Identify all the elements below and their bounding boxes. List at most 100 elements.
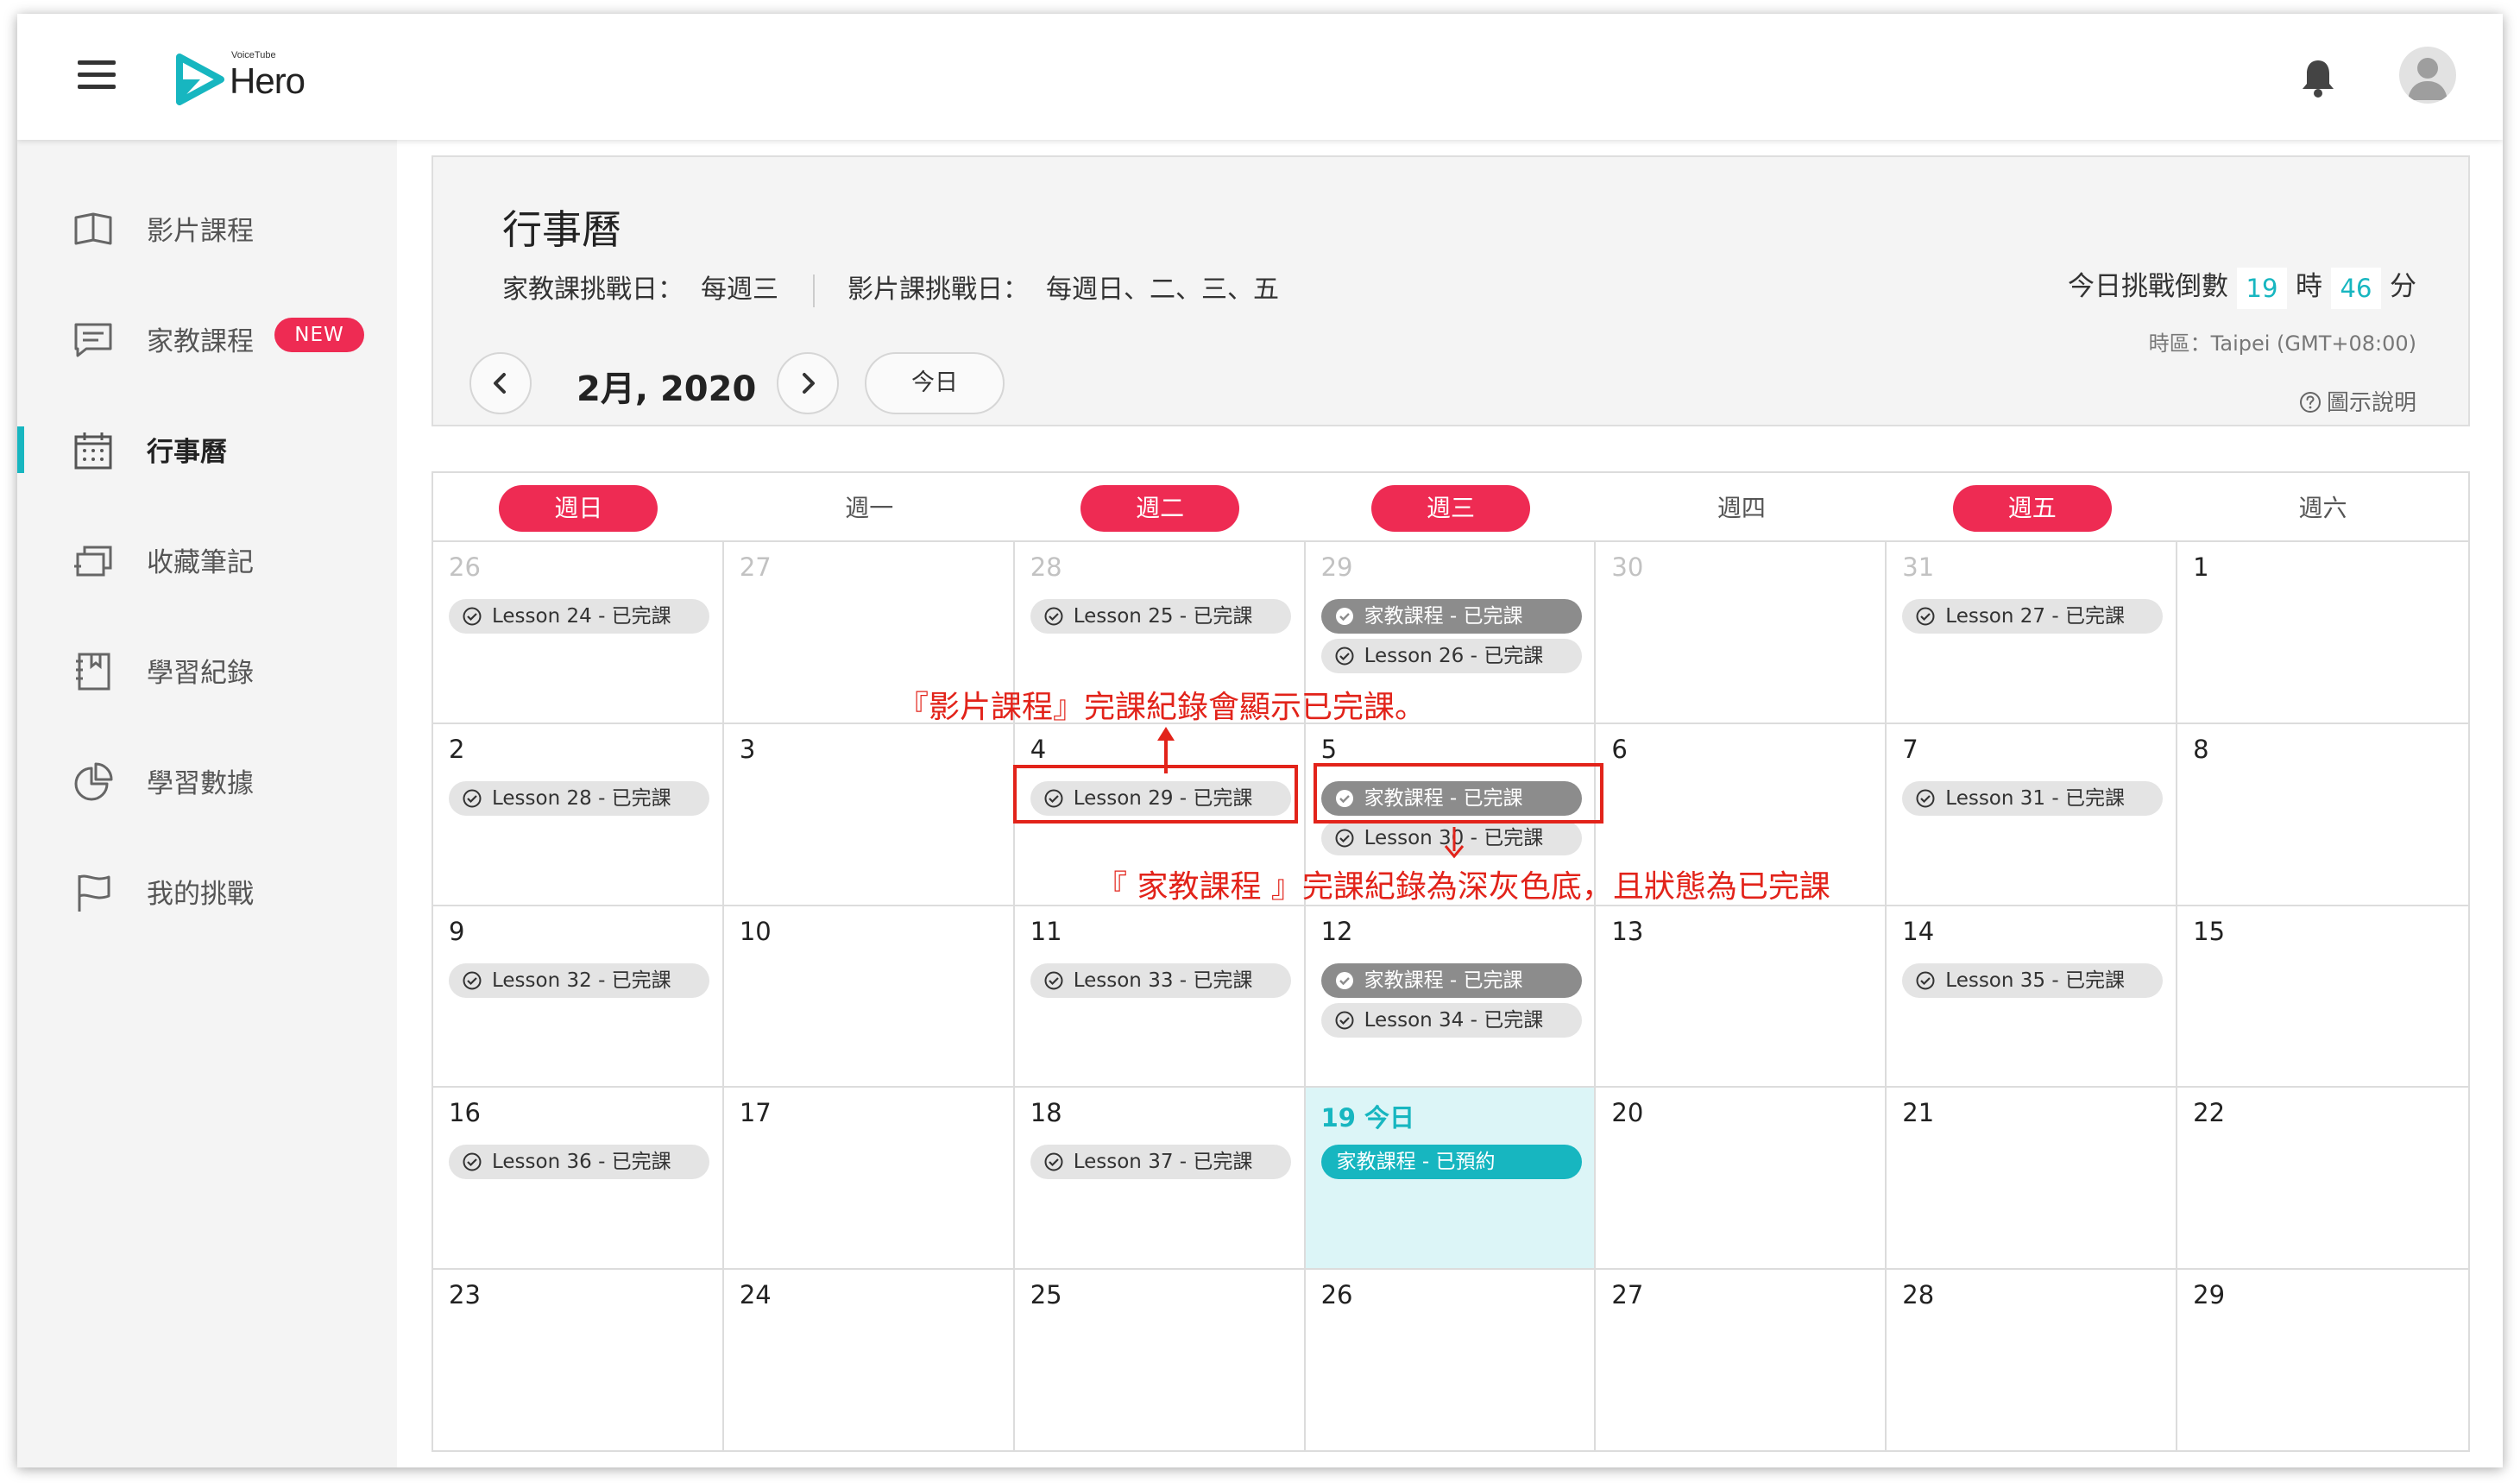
weekday-label: 週四	[1717, 494, 1766, 522]
calendar-day[interactable]: 15	[2177, 904, 2468, 1087]
video-course-event[interactable]: Lesson 24 - 已完課	[449, 599, 709, 634]
calendar-day[interactable]: 20	[1596, 1086, 1887, 1269]
bell-icon[interactable]	[2299, 57, 2337, 98]
calendar-day[interactable]: 7 Lesson 31 - 已完課	[1887, 722, 2178, 905]
calendar-day-today[interactable]: 19 今日家教課程 - 已預約	[1305, 1086, 1597, 1269]
day-number: 3	[739, 734, 756, 764]
calendar-day[interactable]: 1	[2177, 540, 2468, 723]
calendar-day[interactable]: 25	[1014, 1268, 1306, 1450]
event-label: Lesson 31 - 已完課	[1945, 786, 2125, 810]
sidebar-item-tutor-courses[interactable]: 家教課程 NEW	[17, 293, 397, 380]
timezone-label: 時區：Taipei (GMT+08:00)	[2148, 331, 2416, 356]
calendar-day[interactable]: 23	[433, 1268, 724, 1450]
countdown-minutes: 46	[2331, 267, 2381, 309]
sidebar-item-label: 家教課程	[147, 326, 254, 357]
prev-month-button[interactable]	[469, 352, 532, 414]
event-label: Lesson 27 - 已完課	[1945, 605, 2125, 628]
video-course-event[interactable]: Lesson 33 - 已完課	[1030, 962, 1291, 998]
chat-icon	[74, 323, 112, 357]
video-course-event[interactable]: Lesson 25 - 已完課	[1030, 599, 1291, 634]
check-circle-icon	[1335, 829, 1354, 848]
avatar[interactable]	[2399, 47, 2456, 104]
calendar-day[interactable]: 2 Lesson 28 - 已完課	[433, 722, 724, 905]
calendar-day[interactable]: 18 Lesson 37 - 已完課	[1014, 1086, 1306, 1269]
booked-event[interactable]: 家教課程 - 已預約	[1320, 1145, 1582, 1180]
event-label: 家教課程 - 已完課	[1364, 605, 1523, 628]
sidebar-item-label: 收藏筆記	[147, 547, 254, 578]
weekday-header: 週日	[433, 473, 724, 542]
day-number: 19 今日	[1320, 1103, 1415, 1133]
menu-icon[interactable]	[78, 60, 116, 90]
video-course-event[interactable]: Lesson 37 - 已完課	[1030, 1145, 1291, 1180]
calendar-day[interactable]: 26	[1305, 1268, 1597, 1450]
sidebar-item-video-courses[interactable]: 影片課程	[17, 183, 397, 269]
day-number: 13	[1611, 916, 1644, 946]
day-number: 15	[2193, 916, 2226, 946]
calendar-day[interactable]: 12 家教課程 - 已完課 Lesson 34 - 已完課	[1305, 904, 1597, 1087]
user-icon	[2408, 58, 2448, 100]
challenge-day-pill: 週三	[1370, 485, 1530, 532]
day-number: 26	[1320, 1280, 1353, 1310]
video-course-event[interactable]: Lesson 28 - 已完課	[449, 780, 709, 816]
video-course-event[interactable]: Lesson 31 - 已完課	[1902, 780, 2164, 816]
tutor-course-event[interactable]: 家教課程 - 已完課	[1320, 599, 1582, 634]
day-number: 22	[2193, 1098, 2226, 1128]
today-button[interactable]: 今日	[865, 352, 1005, 414]
event-label: Lesson 24 - 已完課	[492, 605, 671, 628]
sidebar-item-learning-records[interactable]: 學習紀錄	[17, 625, 397, 711]
day-number: 27	[1611, 1280, 1644, 1310]
event-label: Lesson 32 - 已完課	[492, 969, 671, 992]
sidebar-item-learning-data[interactable]: 學習數據	[17, 735, 397, 822]
check-circle-icon	[463, 607, 482, 626]
calendar-day[interactable]: 11 Lesson 33 - 已完課	[1014, 904, 1306, 1087]
calendar-day[interactable]: 28	[1887, 1268, 2178, 1450]
calendar-day[interactable]: 29	[2177, 1268, 2468, 1450]
calendar-grid: 週日 週一 週二 週三 週四 週五 週六 26 Lesson 24 - 已完課 27 28 Lesso…	[432, 471, 2470, 1452]
check-circle-icon	[1335, 971, 1353, 989]
calendar-day[interactable]: 31 Lesson 27 - 已完課	[1887, 540, 2178, 723]
logo-small-text: VoiceTube	[231, 50, 276, 60]
weekday-header: 週五	[1887, 473, 2177, 542]
calendar-day[interactable]: 22	[2177, 1086, 2468, 1268]
video-course-event[interactable]: Lesson 34 - 已完課	[1320, 1002, 1582, 1038]
sidebar-item-calendar[interactable]: 行事曆	[17, 404, 397, 490]
voicetube-hero-logo[interactable]: VoiceTube Hero	[176, 48, 323, 109]
logo-text: Hero	[230, 60, 306, 101]
next-month-button[interactable]	[777, 352, 839, 414]
legend-help-link[interactable]: 圖示說明	[2299, 385, 2416, 417]
calendar-day[interactable]: 24	[723, 1268, 1015, 1450]
sidebar-item-saved-notes[interactable]: 收藏筆記	[17, 514, 397, 601]
day-number: 25	[1030, 1280, 1062, 1310]
calendar-info-panel: 行事曆 家教課挑戰日： 每週三 影片課挑戰日： 每週日、二、三、五 2月, 2020 …	[432, 155, 2470, 426]
tutor-course-event[interactable]: 家教課程 - 已完課	[1320, 962, 1582, 998]
tutor-course-annotation: 『 家教課程 』完課紀錄為深灰色底，且狀態為已完課	[1096, 869, 1830, 905]
challenge-day-pill: 週五	[1952, 485, 2112, 532]
calendar-day[interactable]: 8	[2177, 722, 2468, 905]
day-number: 24	[739, 1280, 772, 1310]
calendar-day[interactable]: 14 Lesson 35 - 已完課	[1887, 904, 2178, 1087]
calendar-day[interactable]: 17	[723, 1086, 1015, 1269]
video-course-event[interactable]: Lesson 35 - 已完課	[1902, 962, 2164, 998]
event-label: Lesson 35 - 已完課	[1945, 969, 2125, 992]
active-indicator	[17, 426, 24, 473]
calendar-day[interactable]: 30	[1596, 540, 1887, 723]
day-number: 17	[739, 1098, 772, 1128]
calendar-day[interactable]: 26 Lesson 24 - 已完課	[433, 540, 724, 723]
calendar-day[interactable]: 27	[1596, 1268, 1887, 1450]
video-course-event[interactable]: Lesson 36 - 已完課	[449, 1145, 709, 1180]
sidebar-item-my-challenge[interactable]: 我的挑戰	[17, 846, 397, 932]
pie-chart-icon	[74, 762, 113, 801]
notebook-icon	[76, 653, 110, 691]
calendar-day[interactable]: 21	[1887, 1086, 2178, 1269]
calendar-day[interactable]: 3	[723, 722, 1015, 905]
calendar-day[interactable]: 16 Lesson 36 - 已完課	[433, 1086, 724, 1269]
calendar-icon	[74, 432, 112, 470]
video-course-event[interactable]: Lesson 32 - 已完課	[449, 962, 709, 998]
calendar-day[interactable]: 10	[723, 904, 1015, 1087]
calendar-day[interactable]: 13	[1596, 904, 1887, 1087]
video-course-event[interactable]: Lesson 27 - 已完課	[1902, 599, 2164, 634]
day-number: 11	[1030, 916, 1062, 946]
calendar-day[interactable]: 9 Lesson 32 - 已完課	[433, 904, 724, 1087]
video-course-event[interactable]: Lesson 26 - 已完課	[1320, 639, 1582, 673]
day-number: 6	[1611, 734, 1628, 764]
